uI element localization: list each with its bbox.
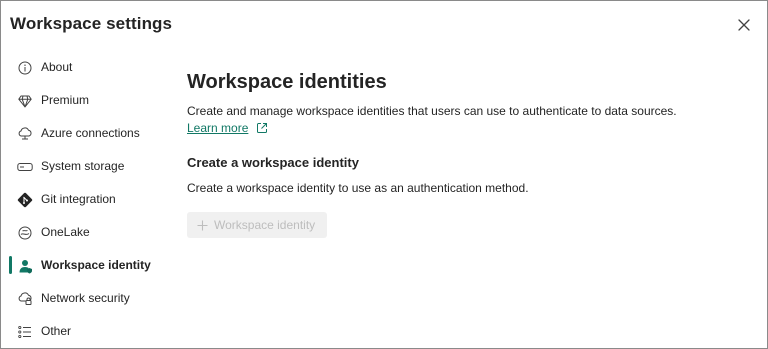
sidebar-item-workspace-identity[interactable]: Workspace identity	[1, 249, 171, 282]
onelake-icon	[17, 225, 33, 241]
workspace-settings-dialog: Workspace settings About Premium Azure c…	[0, 0, 768, 349]
plus-icon	[197, 220, 208, 231]
sidebar-item-premium[interactable]: Premium	[1, 84, 171, 117]
sidebar-item-about[interactable]: About	[1, 51, 171, 84]
settings-sidebar: About Premium Azure connections System s…	[1, 51, 171, 348]
sidebar-item-label: Workspace identity	[41, 258, 151, 272]
close-button[interactable]	[734, 15, 754, 35]
storage-icon	[17, 159, 33, 175]
sidebar-item-label: System storage	[41, 159, 125, 173]
sidebar-item-label: Premium	[41, 93, 90, 107]
section-description: Create a workspace identity to use as an…	[187, 181, 529, 195]
sidebar-item-azure-connections[interactable]: Azure connections	[1, 117, 171, 150]
identity-icon	[17, 258, 33, 274]
network-security-icon	[17, 291, 33, 307]
add-workspace-identity-button[interactable]: Workspace identity	[187, 212, 327, 238]
sidebar-item-label: Git integration	[41, 192, 116, 206]
sidebar-item-label: Network security	[41, 291, 130, 305]
sidebar-item-other[interactable]: Other	[1, 315, 171, 348]
sidebar-item-label: OneLake	[41, 225, 90, 239]
section-heading: Create a workspace identity	[187, 155, 359, 170]
dialog-title: Workspace settings	[10, 14, 173, 33]
close-icon	[738, 19, 750, 31]
sidebar-item-label: Azure connections	[41, 126, 140, 140]
sidebar-item-onelake[interactable]: OneLake	[1, 216, 171, 249]
page-title: Workspace identities	[187, 71, 387, 93]
sidebar-item-network-security[interactable]: Network security	[1, 282, 171, 315]
sidebar-item-label: About	[41, 60, 73, 74]
learn-more-link[interactable]: Learn more	[187, 121, 268, 135]
learn-more-label: Learn more	[187, 121, 249, 135]
cloud-connection-icon	[17, 126, 33, 142]
active-indicator	[9, 256, 12, 274]
external-link-icon	[256, 122, 268, 134]
list-icon	[17, 324, 33, 340]
add-workspace-identity-label: Workspace identity	[214, 218, 316, 232]
page-description: Create and manage workspace identities t…	[187, 104, 677, 118]
sidebar-item-git-integration[interactable]: Git integration	[1, 183, 171, 216]
diamond-icon	[17, 93, 33, 109]
sidebar-item-label: Other	[41, 324, 72, 338]
git-icon	[17, 192, 33, 208]
sidebar-item-system-storage[interactable]: System storage	[1, 150, 171, 183]
info-icon	[17, 60, 33, 76]
